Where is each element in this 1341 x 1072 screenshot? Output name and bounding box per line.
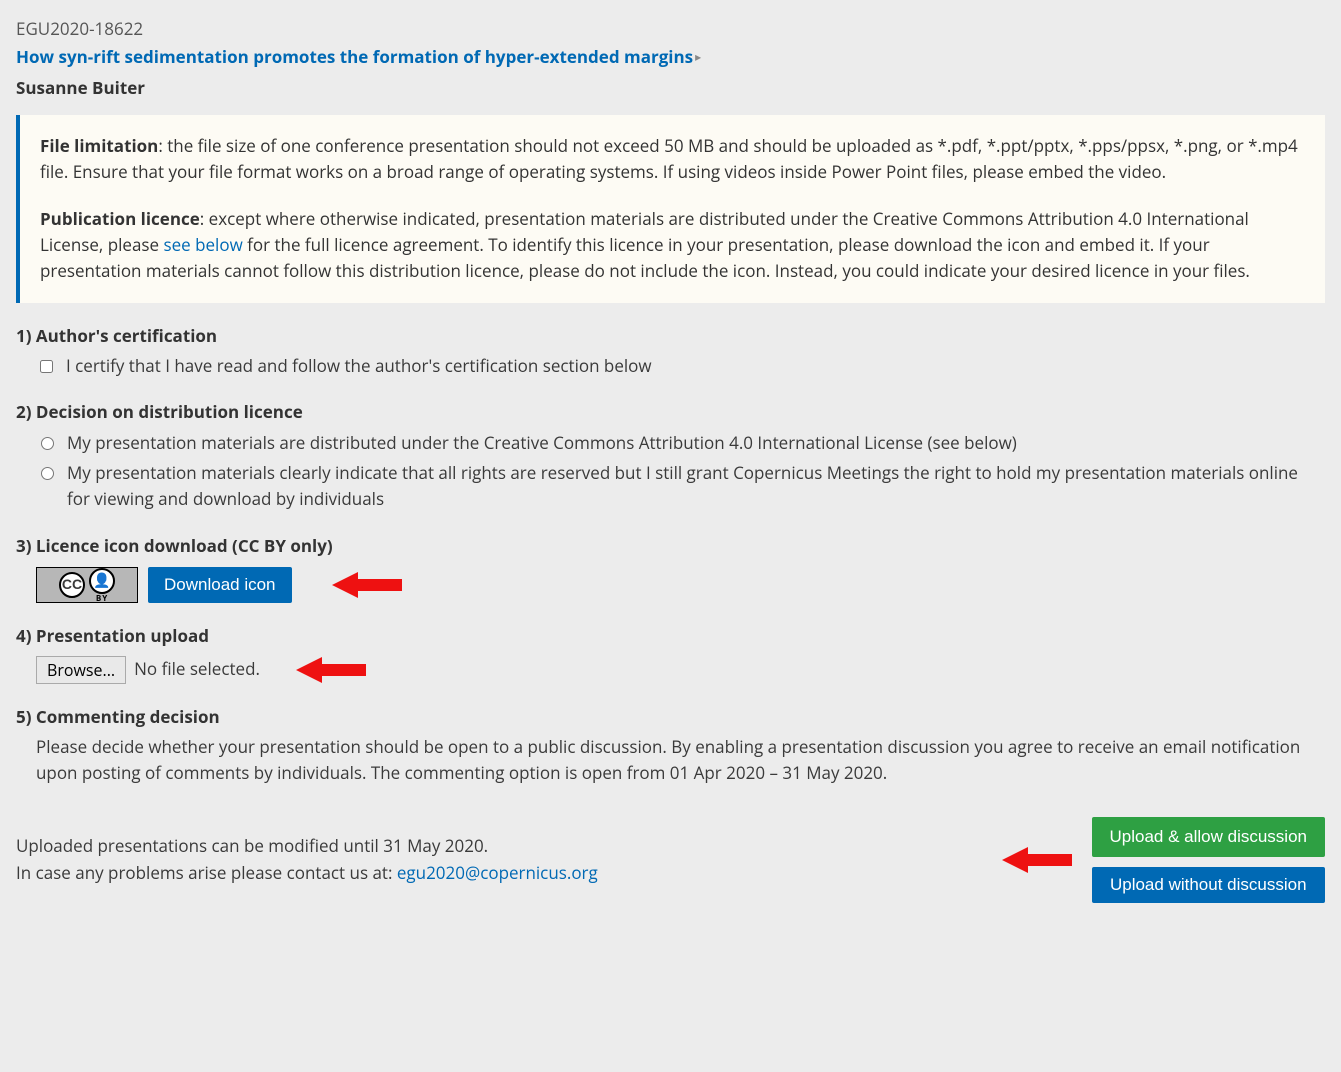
upload-without-discussion-button[interactable]: Upload without discussion — [1092, 867, 1326, 903]
browse-button[interactable]: Browse... — [36, 656, 126, 684]
licence-radio-ccby[interactable] — [41, 437, 54, 450]
commenting-decision-text: Please decide whether your presentation … — [36, 734, 1325, 787]
section-1-head: 1) Author's certification — [16, 323, 1325, 349]
file-limitation-text: : the file size of one conference presen… — [40, 134, 1298, 183]
contact-email-link[interactable]: egu2020@copernicus.org — [397, 861, 598, 884]
info-panel: File limitation: the file size of one co… — [16, 115, 1325, 303]
file-status-text: No file selected. — [134, 656, 260, 682]
section-5-head: 5) Commenting decision — [16, 704, 1325, 730]
certify-label: I certify that I have read and follow th… — [66, 353, 652, 379]
abstract-title-link[interactable]: How syn-rift sedimentation promotes the … — [16, 45, 693, 68]
annotation-arrow-icon — [1002, 847, 1072, 873]
licence-radio-reserved-label: My presentation materials clearly indica… — [67, 460, 1325, 513]
abstract-id: EGU2020-18622 — [16, 16, 1325, 42]
certify-checkbox[interactable] — [40, 360, 53, 373]
section-2-head: 2) Decision on distribution licence — [16, 399, 1325, 425]
publication-licence-label: Publication licence — [40, 207, 200, 230]
contact-text: In case any problems arise please contac… — [16, 861, 397, 884]
see-below-link[interactable]: see below — [164, 233, 243, 256]
deadline-text: Uploaded presentations can be modified u… — [16, 833, 1002, 859]
annotation-arrow-icon — [296, 657, 366, 683]
author-name: Susanne Buiter — [16, 75, 1325, 101]
section-3-head: 3) Licence icon download (CC BY only) — [16, 533, 1325, 559]
chevron-right-icon: ▸ — [695, 48, 701, 65]
upload-allow-discussion-button[interactable]: Upload & allow discussion — [1092, 817, 1326, 857]
file-limitation-label: File limitation — [40, 134, 158, 157]
annotation-arrow-icon — [332, 572, 402, 598]
licence-radio-reserved[interactable] — [41, 467, 54, 480]
section-4-head: 4) Presentation upload — [16, 623, 1325, 649]
download-icon-button[interactable]: Download icon — [148, 567, 292, 603]
licence-radio-ccby-label: My presentation materials are distribute… — [67, 430, 1017, 456]
cc-by-badge-icon: CC 👤 BY — [36, 567, 138, 603]
